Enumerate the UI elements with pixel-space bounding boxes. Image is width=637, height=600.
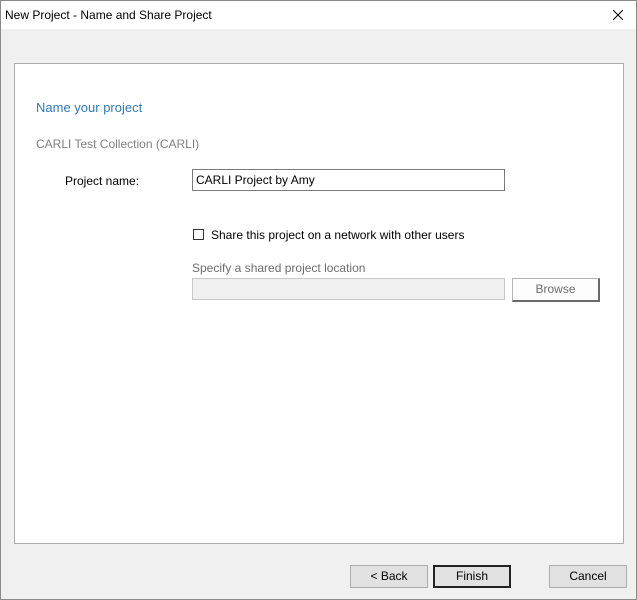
shared-location-label: Specify a shared project location: [192, 261, 366, 275]
content-panel: Name your project CARLI Test Collection …: [14, 63, 624, 544]
finish-button[interactable]: Finish: [433, 565, 511, 588]
close-icon: [613, 10, 623, 20]
back-button[interactable]: < Back: [350, 565, 428, 588]
share-checkbox[interactable]: [193, 229, 204, 240]
project-name-label: Project name:: [65, 174, 140, 188]
close-button[interactable]: [600, 1, 636, 29]
title-bar: New Project - Name and Share Project: [1, 1, 636, 29]
window-title: New Project - Name and Share Project: [5, 8, 212, 22]
new-project-dialog: New Project - Name and Share Project Nam…: [0, 0, 637, 600]
cancel-button[interactable]: Cancel: [549, 565, 627, 588]
shared-location-input: [192, 278, 505, 300]
share-checkbox-label[interactable]: Share this project on a network with oth…: [211, 228, 464, 242]
browse-button: Browse: [512, 278, 600, 302]
collection-name: CARLI Test Collection (CARLI): [36, 137, 200, 151]
page-heading: Name your project: [36, 100, 143, 115]
project-name-input[interactable]: CARLI Project by Amy: [192, 169, 505, 191]
